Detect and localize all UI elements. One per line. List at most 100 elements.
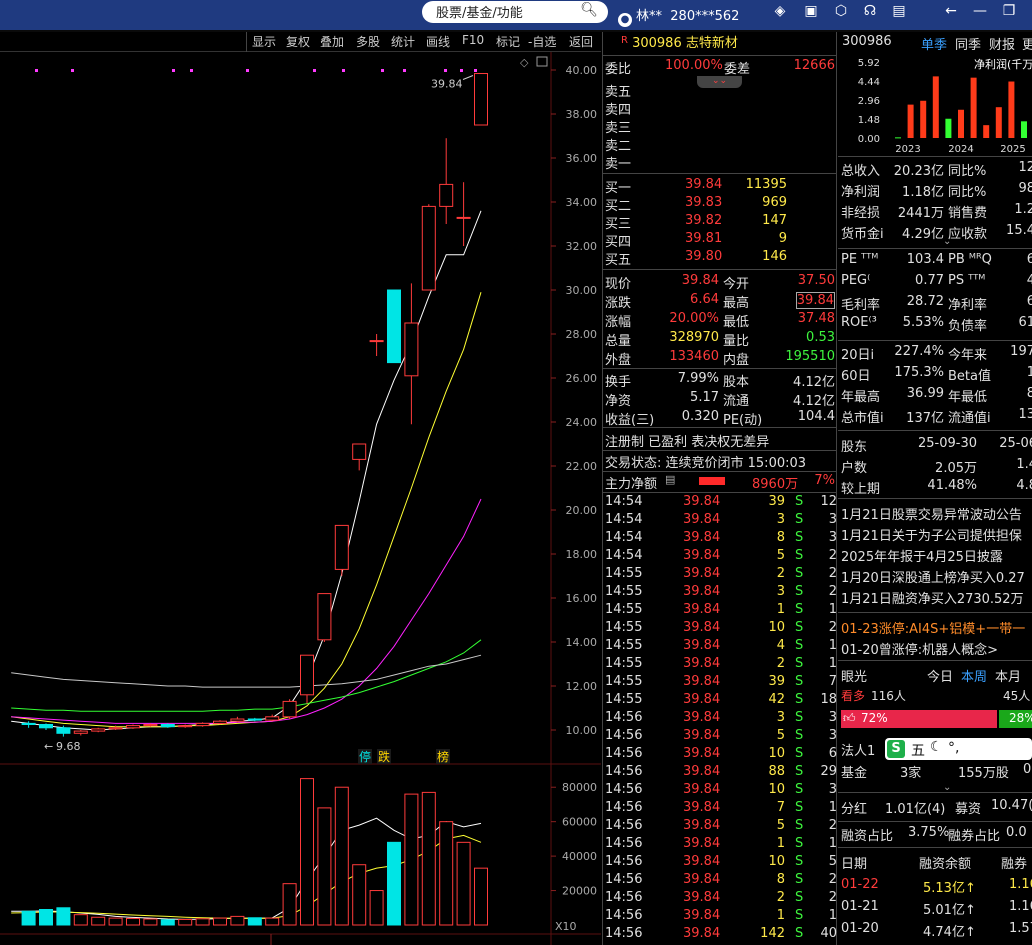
volume-bar[interactable] [21,910,36,926]
candle-body[interactable] [421,205,436,291]
tab-same-quarter[interactable]: 同季 [955,34,981,53]
candle-body[interactable] [91,728,106,732]
tick-row[interactable]: 14:56 39.84 88 S 29 [605,764,837,782]
candle-body[interactable] [21,722,36,726]
volume-bar[interactable] [317,807,332,926]
candle-body[interactable] [178,725,193,728]
candle-body[interactable] [387,289,401,364]
minimize-icon[interactable]: — [970,3,990,19]
margin-row[interactable]: 01-21 5.01亿↑ 1.16 [841,899,1032,918]
toolbar-show[interactable]: 显示 [252,33,276,50]
news-item[interactable]: 1月21日融资净买入2730.52万 [841,588,1024,607]
candle-body[interactable] [160,724,175,728]
tick-row[interactable]: 14:54 39.84 3 S 3 [605,512,837,530]
tick-row[interactable]: 14:56 39.84 7 S 1 [605,800,837,818]
ask-row[interactable]: 卖一 [605,153,837,172]
tick-row[interactable]: 14:54 39.84 5 S 2 [605,548,837,566]
message-icon[interactable]: ▤ [889,3,909,19]
mini-bar[interactable] [920,100,927,138]
toolbar-draw[interactable]: 画线 [426,33,450,50]
volume-bar[interactable] [160,919,175,926]
event-marker[interactable]: 停 [359,749,371,764]
mini-bar[interactable] [932,76,939,138]
tick-row[interactable]: 14:56 39.84 5 S 3 [605,728,837,746]
event-marker[interactable]: 跌 [378,749,390,764]
mini-bar[interactable] [1008,81,1015,138]
ask-row[interactable]: 卖五 [605,81,837,100]
candle-body[interactable] [56,727,71,734]
tab-single-quarter[interactable]: 单季 [921,34,947,53]
main-flow-row[interactable]: 主力净额 ▤ 8960万 7% [605,473,837,492]
candle-body[interactable] [300,654,314,696]
candle-body[interactable] [369,340,384,343]
settings-icon[interactable]: ⬡ [831,3,851,19]
candle-body[interactable] [317,593,332,641]
candle-body[interactable] [195,722,210,727]
kline-chart[interactable]: 40.00 38.00 36.00 34.00 32.00 30.00 28.00 26.00… [0,52,601,945]
ask-row[interactable]: 卖二 [605,135,837,154]
news-item[interactable]: 1月21日关于为子公司提供担保 [841,525,1022,544]
info-icon[interactable]: ▤ [665,473,675,486]
volume-bar[interactable] [178,918,193,926]
tick-row[interactable]: 14:55 39.84 4 S 1 [605,638,837,656]
f10-icon[interactable]: ▣ [801,3,821,19]
volume-bar[interactable] [369,890,384,926]
toolbar-adjust[interactable]: 复权 [286,33,310,50]
ime-mode-icon[interactable]: 五 [911,740,925,760]
limit-up-history[interactable]: 01-20曾涨停:机器人概念> [841,639,998,658]
toolbar-f10[interactable]: F10 [462,33,484,47]
restore-icon[interactable]: ❐ [999,3,1019,19]
volume-bar[interactable] [56,907,71,926]
tick-row[interactable]: 14:55 39.84 39 S 7 [605,674,837,692]
mini-bar[interactable] [995,107,1002,138]
stock-tags[interactable]: 注册制 已盈利 表决权无差异 [605,431,769,450]
tick-row[interactable]: 14:56 39.84 10 S 6 [605,746,837,764]
candle-body[interactable] [282,700,297,718]
volume-bar[interactable] [352,864,367,926]
news-item[interactable]: 1月21日股票交易异常波动公告 [841,504,1022,523]
tick-row[interactable]: 14:56 39.84 8 S 2 [605,872,837,890]
candle-body[interactable] [334,524,349,570]
bid-row[interactable]: 买五 39.80 146 [605,249,837,268]
volume-bar[interactable] [126,917,140,926]
net-profit-chart[interactable]: 5.92 4.44 2.96 1.48 0.00 净利润(千万 2023 2024 2025 [838,54,1032,158]
user-account[interactable]: ● 林** 280***562 [618,5,739,27]
mini-bar[interactable] [983,125,990,138]
expand-icon[interactable]: ⌄ [943,236,951,247]
mini-bar[interactable] [1021,121,1027,138]
tick-row[interactable]: 14:54 39.84 8 S 3 [605,530,837,548]
mini-bar[interactable] [958,109,964,138]
volume-bar[interactable] [300,778,314,926]
toolbar-back[interactable]: 返回 [569,33,593,50]
tick-row[interactable]: 14:55 39.84 42 S 18 [605,692,837,710]
candle-body[interactable] [456,216,471,219]
tick-row[interactable]: 14:56 39.84 1 S 1 [605,836,837,854]
volume-bar[interactable] [474,867,488,926]
event-marker[interactable]: 榜 [437,749,449,764]
volume-bar[interactable] [421,791,436,926]
mini-bar[interactable] [945,118,952,138]
eye-tab-month[interactable]: 本月 [995,666,1021,685]
limit-up-info[interactable]: 01-23涨停:AI4S+铝模+一带一 [841,618,1025,637]
volume-bar[interactable] [143,918,158,926]
toolbar-overlay[interactable]: 叠加 [320,33,344,50]
candle-body[interactable] [126,725,140,729]
candle-body[interactable] [73,730,88,734]
volume-bar[interactable] [73,914,88,926]
tick-row[interactable]: 14:54 39.84 39 S 12 [605,494,837,512]
ask-row[interactable]: 卖四 [605,99,837,118]
volume-bar[interactable] [265,917,280,926]
bid-row[interactable]: 买四 39.81 9 [605,231,837,250]
mini-bar[interactable] [907,104,914,138]
volume-bar[interactable] [404,793,419,926]
toolbar-multi[interactable]: 多股 [356,33,380,50]
candle-body[interactable] [474,73,488,126]
tick-row[interactable]: 14:56 39.84 2 S 2 [605,890,837,908]
volume-bar[interactable] [282,883,297,926]
volume-bar[interactable] [108,917,123,926]
margin-row[interactable]: 01-22 5.13亿↑ 1.16 [841,877,1032,896]
search-input[interactable]: 股票/基金/功能 🔍︎ [422,1,608,23]
ask-row[interactable]: 卖三 [605,117,837,136]
toolbar-watchlist[interactable]: -自选 [528,33,556,50]
tick-row[interactable]: 14:56 39.84 10 S 5 [605,854,837,872]
